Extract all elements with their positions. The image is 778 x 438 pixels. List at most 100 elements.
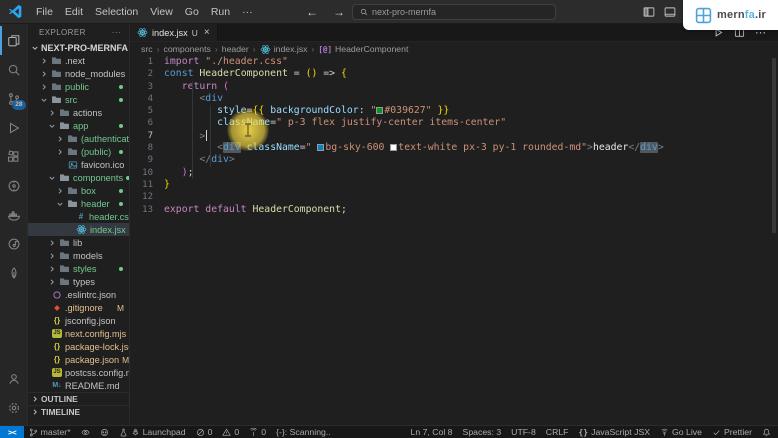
status-ports[interactable]: 0 (244, 426, 271, 438)
menu-moremoremore[interactable]: ··· (236, 6, 259, 18)
tree-item-package.json[interactable]: {} package.json M (28, 353, 129, 366)
tree-item-package-lock.json[interactable]: {}package-lock.jsonM (28, 340, 129, 353)
code-line-12[interactable]: 12 (130, 191, 770, 203)
status-language-mode[interactable]: {} JavaScript JSX (573, 426, 655, 438)
activity-explorer[interactable] (0, 26, 28, 55)
breadcrumb-index.jsx[interactable]: index.jsx (260, 44, 308, 55)
status-copilot-status[interactable] (95, 426, 114, 438)
tab-close-icon[interactable]: × (204, 27, 210, 38)
code-line-1[interactable]: 1 import "./header.css" (130, 56, 770, 68)
status-eslint-status[interactable]: {-}: Scanning.. (271, 426, 336, 438)
outline-section[interactable]: OUTLINE (28, 392, 129, 405)
tree-item-app[interactable]: app (28, 119, 129, 132)
menu-go[interactable]: Go (179, 6, 205, 18)
code-line-13[interactable]: 13 export default HeaderComponent; (130, 204, 770, 216)
activity-run-and-debug[interactable] (0, 113, 28, 142)
tree-item-components[interactable]: components (28, 171, 129, 184)
timeline-section[interactable]: TIMELINE (28, 405, 129, 418)
code-line-8[interactable]: 8 <div className=" bg-sky-600 text-white… (130, 142, 770, 154)
code-line-9[interactable]: 9 </div> (130, 154, 770, 166)
code-line-2[interactable]: 2 const HeaderComponent = () => { (130, 68, 770, 80)
tree-item-types[interactable]: types (28, 275, 129, 288)
tree-item-header.css[interactable]: #header.cssU (28, 210, 129, 223)
back-button[interactable]: ← (306, 5, 318, 19)
project-root-folder[interactable]: NEXT-PRO-MERNFA (28, 41, 129, 54)
tree-item-favicon.ico[interactable]: favicon.ico (28, 158, 129, 171)
tree-item-.gitignore[interactable]: .gitignore M (28, 301, 129, 314)
tree-item-postcss.config.mjs[interactable]: JSpostcss.config.mjs (28, 366, 129, 379)
status-label: UTF-8 (511, 427, 536, 437)
code-line-3[interactable]: 3 return ( (130, 81, 770, 93)
code-line-11[interactable]: 11} (130, 179, 770, 191)
menu-selection[interactable]: Selection (89, 6, 144, 18)
breadcrumb-src[interactable]: src (141, 44, 153, 54)
status-encoding[interactable]: UTF-8 (506, 426, 541, 438)
tree-item-label: (public) (81, 146, 112, 157)
toggle-panel-icon[interactable] (643, 6, 655, 18)
status-git-branch[interactable]: master* (24, 426, 76, 438)
code-text: </div> (199, 154, 235, 166)
tree-item-README.md[interactable]: M↓ README.md (28, 379, 129, 392)
tree-item-styles[interactable]: styles (28, 262, 129, 275)
breadcrumb-components[interactable]: components (164, 44, 211, 54)
tree-item--public-[interactable]: (public) (28, 145, 129, 158)
tab-index-jsx[interactable]: index.jsx U × (130, 24, 218, 41)
file-react-icon (76, 224, 87, 235)
tree-item-.next[interactable]: .next (28, 54, 129, 67)
activity-accounts[interactable] (0, 364, 28, 393)
tree-item-jsconfig.json[interactable]: {} jsconfig.json (28, 314, 129, 327)
tree-item--authentication-[interactable]: (authentication) (28, 132, 129, 145)
status-problems-errors[interactable]: 0 (191, 426, 218, 438)
customize-layout-icon[interactable] (664, 6, 676, 18)
chevron-down-icon (56, 200, 64, 208)
tree-item-public[interactable]: public (28, 80, 129, 93)
activity-settings[interactable] (0, 393, 28, 422)
tree-item-.eslintrc.json[interactable]: .eslintrc.json (28, 288, 129, 301)
status-notifications[interactable] (757, 426, 776, 438)
status-gitlens-toggle[interactable] (76, 426, 95, 438)
tree-item-header[interactable]: header (28, 197, 129, 210)
react-file-icon (137, 27, 148, 38)
breadcrumb-header[interactable]: header (222, 44, 249, 54)
menu-file[interactable]: File (30, 6, 59, 18)
tree-item-models[interactable]: models (28, 249, 129, 262)
status-eol[interactable]: CRLF (541, 426, 574, 438)
editor-scrollbar[interactable] (772, 58, 776, 233)
activity-search[interactable] (0, 55, 28, 84)
code-line-6[interactable]: 6 className=" p-3 flex justify-center it… (130, 117, 770, 129)
code-line-4[interactable]: 4 <div (130, 93, 770, 105)
tree-item-actions[interactable]: actions (28, 106, 129, 119)
activity-docker[interactable] (0, 200, 28, 229)
tree-item-lib[interactable]: lib (28, 236, 129, 249)
tree-item-next.config.mjs[interactable]: JSnext.config.mjsM (28, 327, 129, 340)
code-area[interactable]: 1 import "./header.css" 2 const HeaderCompo… (130, 56, 770, 216)
status-prettier[interactable]: Prettier (707, 426, 757, 438)
tree-item-index.jsx[interactable]: index.jsxU (28, 223, 129, 236)
activity-extension-music[interactable] (0, 229, 28, 258)
status-label: 0 (234, 427, 240, 437)
code-line-10[interactable]: 10 ); (130, 167, 770, 179)
tree-item-src[interactable]: src (28, 93, 129, 106)
tree-item-node-modules[interactable]: node_modules (28, 67, 129, 80)
breadcrumb-headercomponent[interactable]: [@] HeaderComponent (318, 44, 408, 54)
menu-run[interactable]: Run (205, 6, 236, 18)
explorer-more-actions[interactable]: ··· (112, 28, 121, 37)
tree-item-box[interactable]: box (28, 184, 129, 197)
breadcrumb-label: HeaderComponent (334, 44, 409, 54)
status-cursor-position[interactable]: Ln 7, Col 8 (406, 426, 458, 438)
status-remote-indicator[interactable]: >< (0, 425, 24, 438)
activity-mongodb[interactable] (0, 258, 28, 287)
forward-button[interactable]: → (333, 5, 345, 19)
command-center-search[interactable]: next-pro-mernfa (352, 4, 556, 20)
code-line-7[interactable]: 7 > (130, 129, 770, 142)
status-launchpad[interactable]: Launchpad (114, 426, 191, 438)
activity-extensions[interactable] (0, 142, 28, 171)
activity-source-control[interactable]: 28 (0, 84, 28, 113)
status-go-live[interactable]: Go Live (655, 426, 707, 438)
activity-live-server[interactable] (0, 171, 28, 200)
code-line-5[interactable]: 5 style={{ backgroundColor: "#039627" }} (130, 105, 770, 117)
menu-view[interactable]: View (144, 6, 179, 18)
status-problems-warnings[interactable]: 0 (217, 426, 244, 438)
menu-edit[interactable]: Edit (59, 6, 89, 18)
status-indentation[interactable]: Spaces: 3 (458, 426, 507, 438)
